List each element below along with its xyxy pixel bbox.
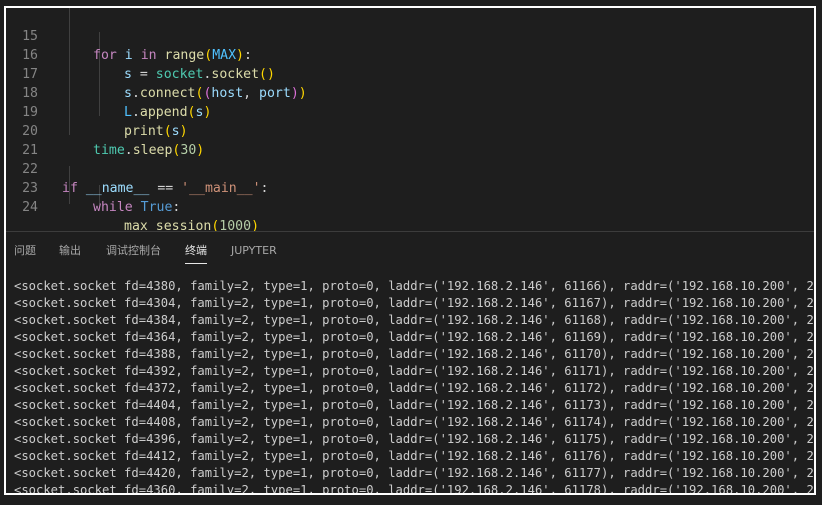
code-line: 23 while True: xyxy=(6,160,814,215)
terminal-line: <socket.socket fd=4388, family=2, type=1… xyxy=(14,347,816,361)
terminal-line: <socket.socket fd=4412, family=2, type=1… xyxy=(14,449,816,463)
terminal-line: <socket.socket fd=4396, family=2, type=1… xyxy=(14,432,816,446)
tab-debug-console[interactable]: 调试控制台 xyxy=(106,243,161,263)
terminal-line: <socket.socket fd=4392, family=2, type=1… xyxy=(14,364,816,378)
code-line: 17 s.connect((host, port)) xyxy=(6,46,814,101)
vscode-window: 15 for i in range(MAX): 16 s = socket.so… xyxy=(4,6,816,495)
terminal-line: <socket.socket fd=4404, family=2, type=1… xyxy=(14,398,816,412)
code-line: 21 xyxy=(6,122,814,158)
terminal-line: <socket.socket fd=4384, family=2, type=1… xyxy=(14,313,816,327)
code-line: 16 s = socket.socket() xyxy=(6,27,814,82)
code-editor[interactable]: 15 for i in range(MAX): 16 s = socket.so… xyxy=(6,8,814,232)
terminal-line: <socket.socket fd=4304, family=2, type=1… xyxy=(14,296,816,310)
code-line: 15 for i in range(MAX): xyxy=(6,8,814,63)
panel-tabs: 问题 输出 调试控制台 终端 JUPYTER xyxy=(6,232,814,270)
code-line: 22 if __name__ == '__main__': xyxy=(6,141,814,196)
tab-output[interactable]: 输出 xyxy=(59,243,81,263)
terminal-line: <socket.socket fd=4420, family=2, type=1… xyxy=(14,466,816,480)
terminal-line: <socket.socket fd=4372, family=2, type=1… xyxy=(14,381,816,395)
code-line: 24 max_session(1000) xyxy=(6,179,814,232)
line-number: 24 xyxy=(22,200,38,215)
code-line: 18 L.append(s) xyxy=(6,65,814,120)
code-line: 20 time.sleep(30) xyxy=(6,103,814,158)
tab-jupyter[interactable]: JUPYTER xyxy=(231,243,277,263)
code-line: 19 print(s) xyxy=(6,84,814,139)
terminal-line: <socket.socket fd=4360, family=2, type=1… xyxy=(14,483,816,495)
terminal-line: <socket.socket fd=4364, family=2, type=1… xyxy=(14,330,816,344)
terminal-line: <socket.socket fd=4408, family=2, type=1… xyxy=(14,415,816,429)
tab-problems[interactable]: 问题 xyxy=(14,243,36,263)
tab-terminal[interactable]: 终端 xyxy=(185,243,207,264)
terminal-line: <socket.socket fd=4380, family=2, type=1… xyxy=(14,279,816,293)
